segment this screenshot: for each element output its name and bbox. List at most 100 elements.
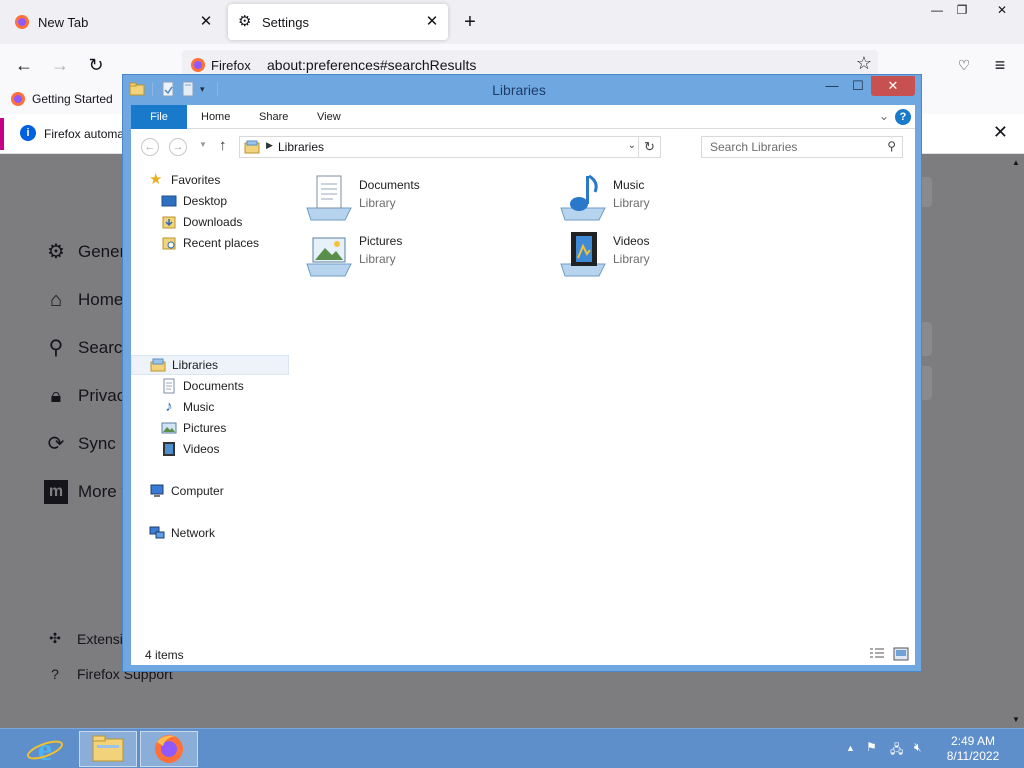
nav-downloads[interactable]: Downloads	[161, 212, 242, 232]
file-explorer-button[interactable]	[79, 731, 137, 767]
nav-network[interactable]: Network	[149, 523, 215, 543]
nav-label: Videos	[183, 442, 220, 456]
tab-settings[interactable]: ⚙ Settings ✕	[228, 4, 448, 40]
reload-button[interactable]: ↻	[84, 53, 108, 77]
nav-videos[interactable]: Videos	[161, 439, 219, 459]
puzzle-icon: ✣	[49, 630, 61, 646]
close-tab-icon[interactable]: ✕	[198, 14, 214, 30]
search-box[interactable]: ⚲	[701, 136, 903, 158]
forward-button[interactable]: →	[169, 138, 187, 156]
chevron-down-icon[interactable]: ⌄	[628, 140, 636, 151]
forward-button[interactable]: →	[48, 53, 72, 77]
nav-pictures[interactable]: Pictures	[161, 418, 226, 438]
ribbon-tabs: File Home Share View ⌄ ?	[131, 105, 915, 129]
search-input[interactable]	[702, 137, 880, 157]
nav-music[interactable]: ♪ Music	[161, 397, 214, 417]
new-tab-button[interactable]: +	[458, 11, 482, 35]
network-icon[interactable]: 🖧︎	[890, 740, 903, 761]
library-type: Library	[359, 196, 396, 210]
nav-label: Libraries	[172, 358, 219, 372]
bookmark-label: Getting Started	[32, 92, 113, 106]
details-view-icon[interactable]	[869, 647, 885, 661]
recent-locations-icon[interactable]: ▼	[199, 140, 207, 149]
help-icon[interactable]: ?	[895, 109, 911, 125]
scroll-up-icon[interactable]: ▲	[1012, 158, 1020, 167]
sidebar-item-more[interactable]: m More f	[44, 480, 126, 504]
breadcrumb-chevron-icon[interactable]: ▶	[266, 140, 273, 151]
action-center-flag-icon[interactable]: ⚑	[866, 740, 877, 754]
nav-documents[interactable]: Documents	[161, 376, 244, 396]
minimize-button[interactable]: —	[819, 76, 845, 96]
close-tab-icon[interactable]: ✕	[424, 14, 440, 30]
libraries-icon	[150, 358, 166, 372]
volume-muted-icon[interactable]: 🔇︎	[914, 740, 922, 755]
home-icon: ⌂	[49, 289, 63, 311]
nav-desktop[interactable]: Desktop	[161, 191, 227, 211]
sidebar-item-sync[interactable]: ⟳ Sync	[44, 432, 116, 456]
library-music[interactable]: Music Library	[559, 172, 789, 224]
tab-share[interactable]: Share	[259, 105, 288, 129]
close-window-button[interactable]: ✕	[985, 0, 1019, 22]
info-icon: i	[20, 125, 36, 141]
scroll-down-icon[interactable]: ▼	[1012, 715, 1020, 724]
library-name: Music	[613, 178, 645, 192]
tab-home[interactable]: Home	[201, 105, 230, 129]
videos-icon	[163, 442, 175, 456]
refresh-button[interactable]: ↻	[638, 137, 660, 157]
taskbar: e ▲ ⚑ 🖧︎ 🔇︎ 2:49 AM 8/11/2022	[0, 728, 1024, 768]
address-bar[interactable]: ▶ Libraries ⌄ ↻	[239, 136, 661, 158]
nav-computer[interactable]: Computer	[149, 481, 224, 501]
recent-places-icon	[162, 237, 176, 250]
window-titlebar[interactable]: ▾ Libraries — ☐ ✕	[123, 75, 921, 105]
internet-explorer-button[interactable]: e	[16, 731, 74, 767]
network-icon	[149, 526, 165, 539]
library-name: Pictures	[359, 234, 403, 248]
close-icon[interactable]: ✕	[993, 122, 1008, 143]
nav-favorites[interactable]: ★ Favorites	[149, 170, 220, 190]
sidebar-item-search[interactable]: ⚲ Search	[44, 336, 132, 360]
breadcrumb[interactable]: Libraries	[278, 140, 324, 154]
sidebar-item-privacy[interactable]: 🔒︎ Privacy	[44, 384, 134, 408]
nav-label: Desktop	[183, 194, 228, 208]
downloads-icon	[162, 216, 176, 229]
bookmark-star-icon[interactable]: ☆	[856, 53, 872, 74]
identity-box[interactable]: Firefox	[190, 57, 251, 73]
tab-label: New Tab	[38, 14, 89, 30]
tab-view[interactable]: View	[317, 105, 341, 129]
clock[interactable]: 2:49 AM 8/11/2022	[940, 734, 1006, 764]
item-count: 4 items	[145, 648, 184, 662]
firefox-icon	[15, 15, 29, 29]
firefox-taskbar-button[interactable]	[140, 731, 198, 767]
bookmark-getting-started[interactable]: Getting Started	[10, 91, 113, 107]
show-hidden-icons-icon[interactable]: ▲	[846, 743, 855, 753]
up-arrow-icon[interactable]: ↑	[219, 137, 227, 154]
back-button[interactable]: ←	[141, 138, 159, 156]
tab-strip: New Tab ✕ ⚙ Settings ✕ + — ❐ ✕	[0, 0, 1024, 44]
close-button[interactable]: ✕	[871, 76, 915, 96]
library-type: Library	[613, 196, 650, 210]
restore-button[interactable]: ❐	[945, 0, 979, 22]
firefox-icon	[155, 735, 183, 763]
maximize-button[interactable]: ☐	[845, 76, 871, 96]
expand-ribbon-icon[interactable]: ⌄	[879, 109, 889, 123]
pictures-library-icon	[306, 237, 352, 277]
back-button[interactable]: ←	[12, 53, 36, 77]
menu-icon[interactable]: ≡	[988, 53, 1012, 77]
sidebar-item-home[interactable]: ⌂ Home	[44, 288, 123, 312]
nav-recent-places[interactable]: Recent places	[161, 233, 259, 253]
svg-text:e: e	[38, 731, 52, 767]
documents-library-icon	[306, 175, 352, 221]
large-icons-view-icon[interactable]	[893, 647, 909, 661]
library-pictures[interactable]: Pictures Library	[305, 228, 535, 280]
library-documents[interactable]: Documents Library	[305, 172, 535, 224]
sidebar-item-extensions[interactable]: ✣ Extensio	[46, 630, 131, 647]
tab-file[interactable]: File	[131, 105, 187, 129]
pocket-icon[interactable]: ♡	[952, 53, 976, 77]
folder-icon	[92, 735, 124, 762]
tab-new-tab[interactable]: New Tab ✕	[4, 4, 222, 40]
pictures-icon	[161, 422, 177, 434]
library-videos[interactable]: Videos Library	[559, 228, 789, 280]
nav-libraries[interactable]: Libraries	[131, 355, 289, 375]
url-text[interactable]: about:preferences#searchResults	[267, 57, 476, 73]
page-scrollbar[interactable]: ▲ ▼	[1008, 154, 1024, 728]
